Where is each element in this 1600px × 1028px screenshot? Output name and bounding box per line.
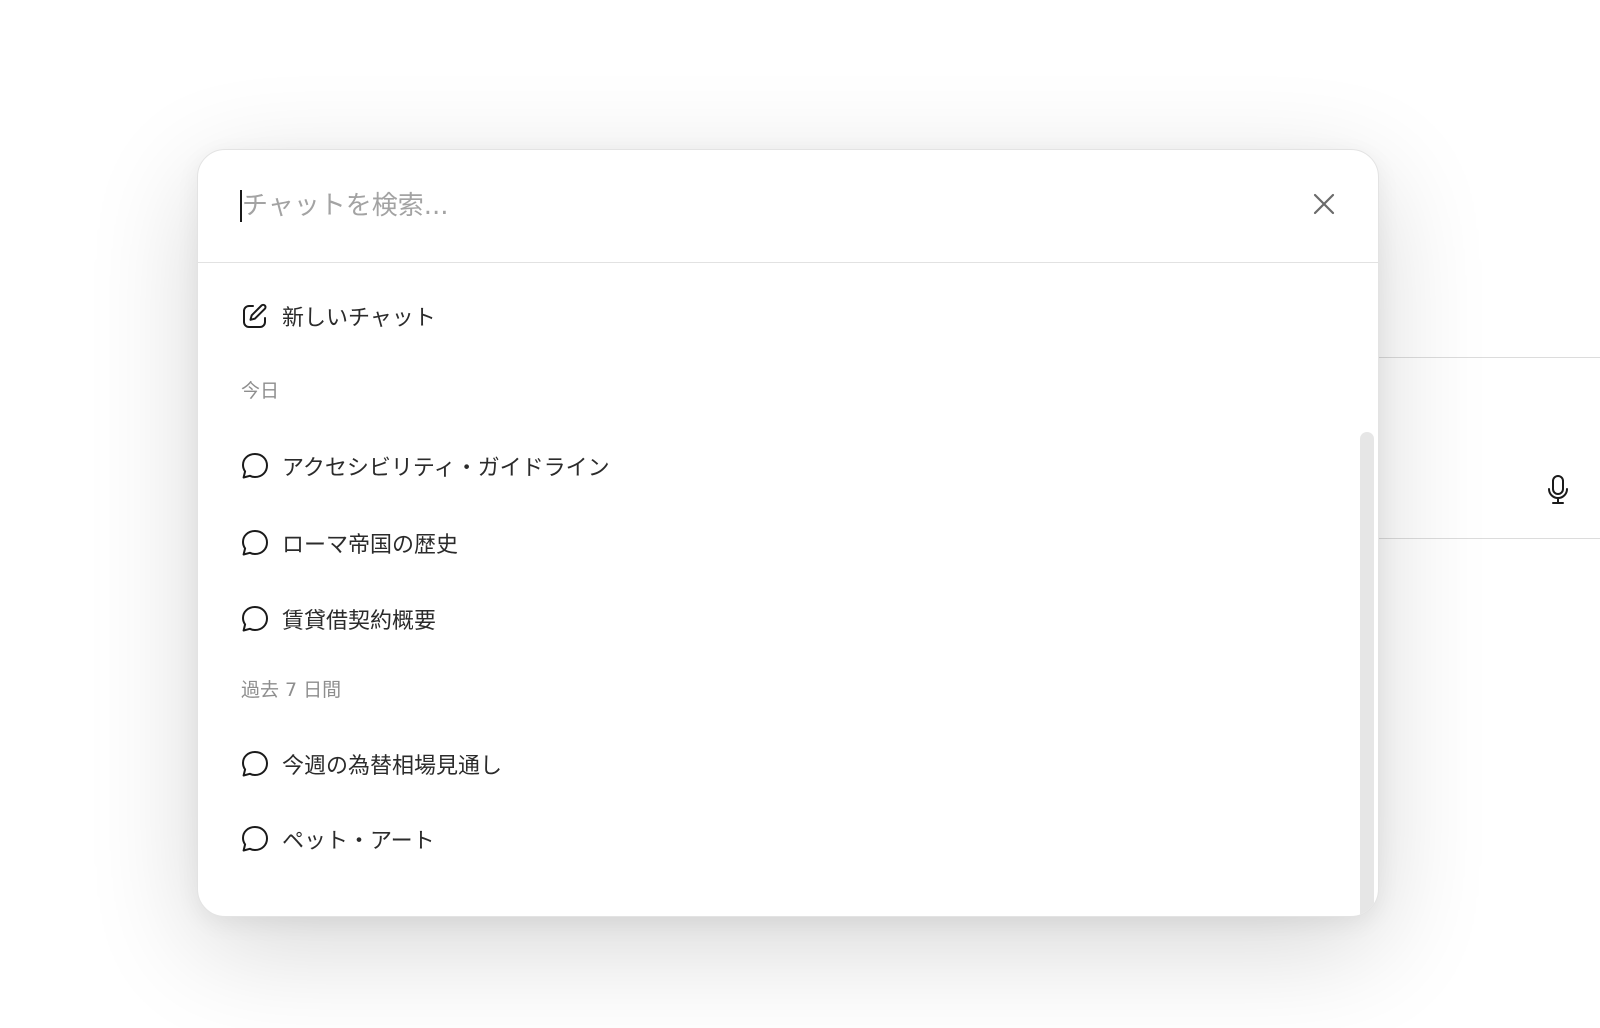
- chat-title: ローマ帝国の歴史: [282, 533, 459, 558]
- background-divider-bottom: [1340, 538, 1600, 539]
- chat-bubble-icon: [238, 822, 272, 856]
- edit-icon: [238, 299, 272, 333]
- search-chats-dialog: 新しいチャット 今日 アクセシビリティ・ガイドライン ローマ帝国の歴: [197, 149, 1379, 917]
- microphone-icon[interactable]: [1545, 473, 1571, 507]
- chat-bubble-icon: [238, 602, 272, 636]
- chat-item[interactable]: 今週の為替相場見通し: [238, 740, 1278, 788]
- scrollbar[interactable]: [1360, 432, 1374, 916]
- section-title-past-7-days: 過去 7 日間: [241, 679, 342, 701]
- chat-results-list: 新しいチャット 今日 アクセシビリティ・ガイドライン ローマ帝国の歴史 賃貸借契…: [198, 264, 1378, 916]
- chat-title: 賃貸借契約概要: [282, 609, 437, 634]
- section-title-today: 今日: [241, 380, 280, 402]
- search-input[interactable]: [242, 178, 1242, 234]
- close-button[interactable]: [1306, 188, 1342, 224]
- chat-bubble-icon: [238, 747, 272, 781]
- chat-title: ペット・アート: [282, 829, 435, 854]
- chat-title: アクセシビリティ・ガイドライン: [282, 456, 610, 481]
- chat-item[interactable]: 賃貸借契約概要: [238, 595, 1278, 643]
- new-chat-button[interactable]: 新しいチャット: [238, 292, 1278, 340]
- close-icon: [1311, 191, 1337, 221]
- chat-item[interactable]: ペット・アート: [238, 815, 1278, 863]
- page: 新しいチャット 今日 アクセシビリティ・ガイドライン ローマ帝国の歴: [0, 0, 1600, 1028]
- chat-title: 今週の為替相場見通し: [282, 754, 503, 779]
- chat-item[interactable]: アクセシビリティ・ガイドライン: [238, 442, 1278, 490]
- chat-item[interactable]: ローマ帝国の歴史: [238, 519, 1278, 567]
- search-bar: [198, 150, 1378, 263]
- chat-bubble-icon: [238, 526, 272, 560]
- new-chat-label: 新しいチャット: [282, 306, 436, 331]
- background-divider-top: [1340, 357, 1600, 358]
- chat-bubble-icon: [238, 449, 272, 483]
